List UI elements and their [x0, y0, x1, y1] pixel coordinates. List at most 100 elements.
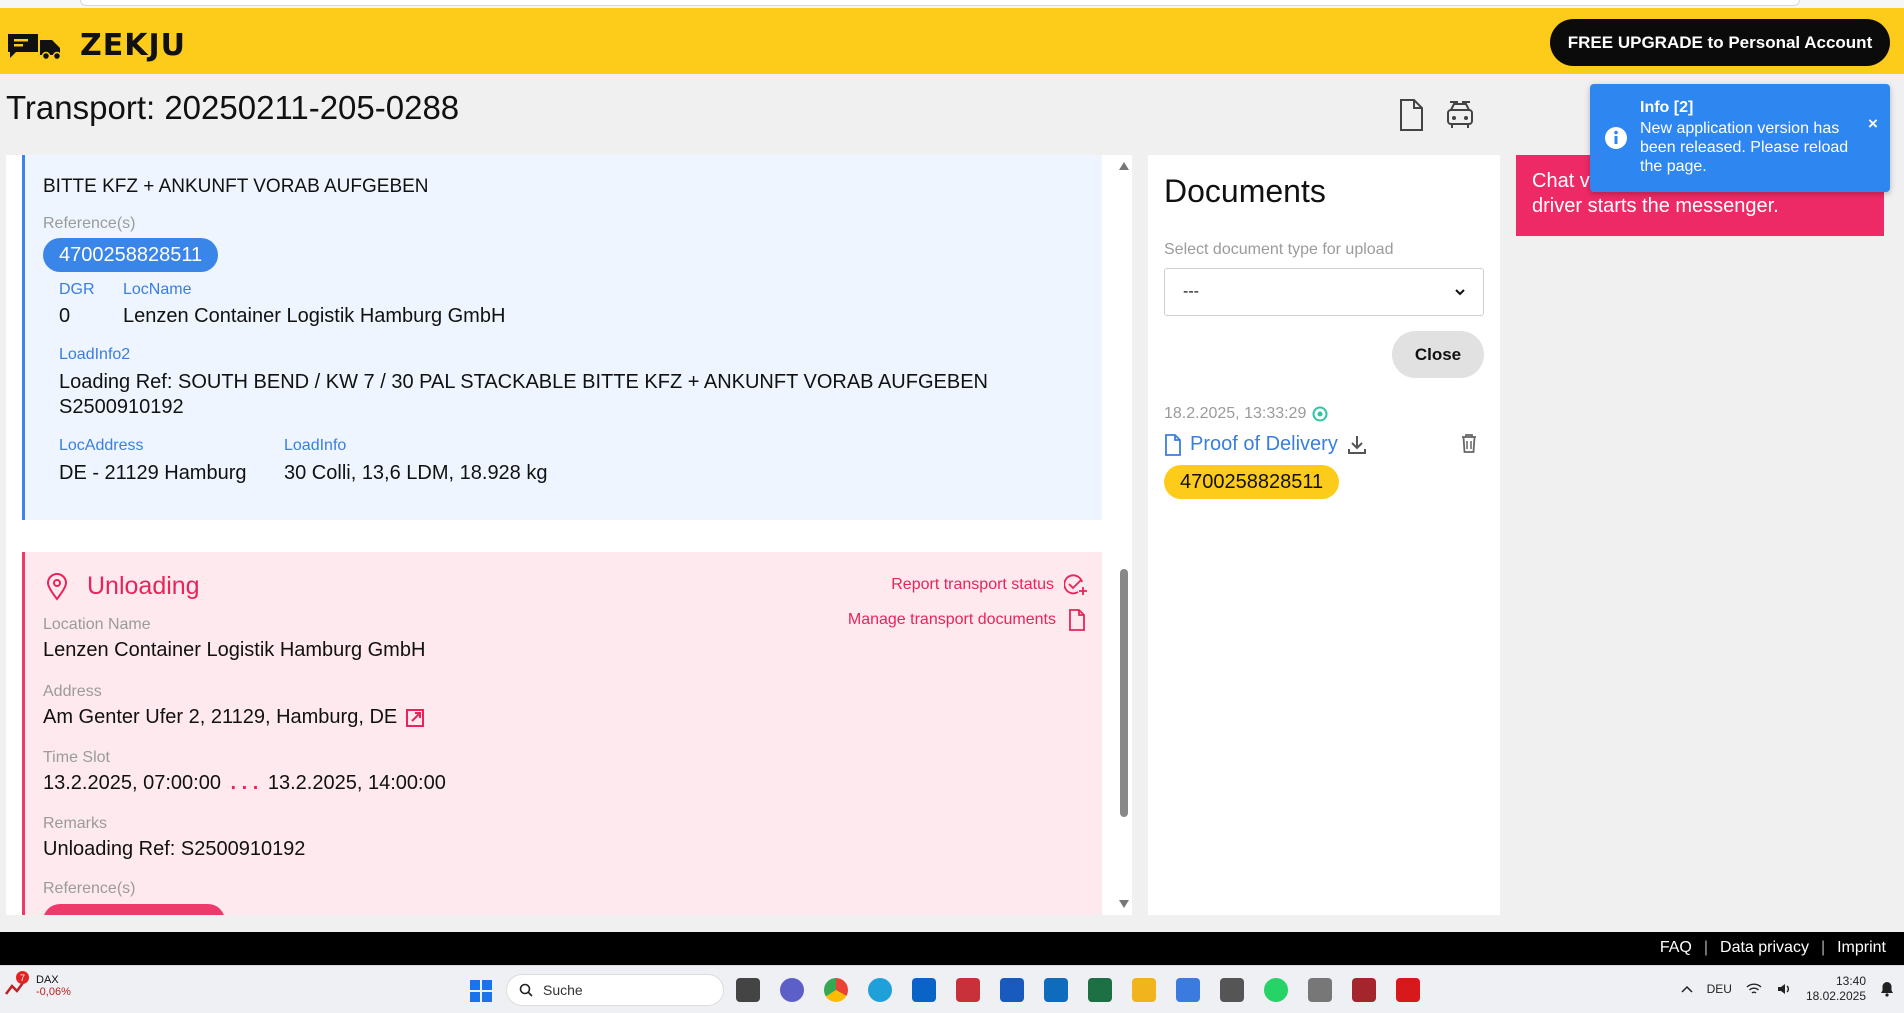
clock-time: 13:40 [1835, 974, 1866, 988]
external-link-icon[interactable] [405, 708, 425, 728]
status-check-plus-icon [1064, 574, 1087, 595]
address-value: Am Genter Ufer 2, 21129, Hamburg, DE [43, 706, 398, 728]
close-icon[interactable]: × [1868, 114, 1878, 134]
scroll-up-arrow[interactable] [1119, 162, 1129, 170]
printer-icon[interactable] [1308, 978, 1332, 1002]
whatsapp-icon[interactable] [1264, 978, 1288, 1002]
loadinfo2-label: LoadInfo2 [59, 346, 131, 363]
vehicle-icon[interactable] [1444, 98, 1476, 132]
remarks-label: Remarks [43, 815, 108, 832]
upgrade-button[interactable]: FREE UPGRADE to Personal Account [1550, 19, 1890, 66]
chat-banner-line2: driver starts the messenger. [1532, 195, 1779, 217]
system-tray: DEU 13:40 18.02.2025 [1681, 974, 1894, 1004]
scrollbar[interactable] [1116, 157, 1132, 913]
edge-icon[interactable] [868, 978, 892, 1002]
windows-start-icon[interactable] [470, 980, 492, 1002]
store-icon[interactable] [1044, 978, 1068, 1002]
footer-separator: | [1703, 939, 1709, 956]
dax-name: DAX [36, 974, 59, 986]
info-toast[interactable]: Info [2] New application version has bee… [1590, 84, 1890, 192]
app-header: ZEKJU FREE UPGRADE to Personal Account [0, 8, 1904, 74]
timeslot-separator: . . . [230, 772, 259, 794]
address-row: Am Genter Ufer 2, 21129, Hamburg, DE [43, 706, 425, 729]
scroll-down-arrow[interactable] [1119, 900, 1129, 908]
manage-documents-link[interactable]: Manage transport documents [848, 609, 1088, 631]
dax-change: -0,06% [36, 986, 71, 998]
footer: FAQ | Data privacy | Imprint [0, 932, 1904, 965]
location-pin-icon [46, 572, 68, 601]
wifi-icon[interactable] [1746, 982, 1762, 996]
unloading-title: Unloading [87, 572, 200, 600]
logo-text: ZEKJU [80, 28, 187, 63]
reference-pill[interactable]: 4700258828511 [43, 238, 219, 272]
document-timestamp: 18.2.2025, 13:33:29 [1164, 405, 1328, 423]
document-type-select[interactable]: --- [1164, 268, 1484, 316]
locname-value: Lenzen Container Logistik Hamburg GmbH [123, 305, 506, 327]
document-icon[interactable] [1397, 98, 1425, 132]
remarks-value: Unloading Ref: S2500910192 [43, 838, 306, 860]
excel-icon[interactable] [1088, 978, 1112, 1002]
unloading-card: Unloading Report transport status Manage… [22, 552, 1102, 915]
toast-message: New application version has been release… [1640, 120, 1849, 175]
outlook-icon[interactable] [912, 978, 936, 1002]
dax-widget[interactable]: 7 DAX -0,06% [4, 971, 71, 998]
transport-details-panel[interactable]: BITTE KFZ + ANKUNFT VORAB AUFGEBEN Refer… [6, 155, 1132, 915]
file-explorer-icon[interactable] [1132, 978, 1156, 1002]
unloading-reference-pill[interactable] [43, 904, 225, 915]
tool-icon[interactable] [1176, 978, 1200, 1002]
manage-documents-label: Manage transport documents [847, 611, 1056, 628]
location-name-label: Location Name [43, 616, 151, 633]
timeslot-end: 13.2.2025, 14:00:00 [267, 772, 446, 794]
notification-bell-icon[interactable] [1880, 981, 1894, 997]
vehicle-app-icon[interactable] [1220, 978, 1244, 1002]
download-icon[interactable] [1346, 434, 1368, 456]
document-time: 18.2.2025, 13:33:29 [1164, 405, 1307, 422]
location-name-value: Lenzen Container Logistik Hamburg GmbH [43, 639, 426, 661]
document-type-label: Select document type for upload [1164, 241, 1394, 258]
info-icon [1605, 127, 1627, 149]
page-title: Transport: 20250211-205-0288 [6, 89, 460, 126]
document-type-value: --- [1183, 283, 1199, 300]
close-button[interactable]: Close [1392, 331, 1484, 378]
taskbar-search[interactable]: Suche [506, 974, 724, 1006]
browser-strip [0, 0, 1904, 8]
chevron-up-icon[interactable] [1681, 985, 1693, 993]
report-status-label: Report transport status [891, 576, 1054, 593]
loading-card: BITTE KFZ + ANKUNFT VORAB AUFGEBEN Refer… [22, 155, 1102, 520]
clock[interactable]: 13:40 18.02.2025 [1806, 974, 1866, 1004]
imprint-link[interactable]: Imprint [1837, 939, 1886, 957]
browser-address-edge [80, 0, 1800, 6]
documents-title: Documents [1164, 173, 1326, 209]
document-name: Proof of Delivery [1190, 433, 1338, 455]
proof-of-delivery-link[interactable]: Proof of Delivery [1164, 433, 1368, 456]
dax-badge: 7 [16, 971, 29, 984]
stock-chart-icon: 7 [4, 971, 29, 998]
document-reference-pill[interactable]: 4700258828511 [1164, 465, 1340, 499]
loadinfo2-value-line2: S2500910192 [59, 396, 184, 418]
scroll-thumb[interactable] [1120, 569, 1128, 817]
access-icon[interactable] [1352, 978, 1376, 1002]
chrome-icon[interactable] [824, 978, 848, 1002]
word-icon[interactable] [1000, 978, 1024, 1002]
language-indicator[interactable]: DEU [1707, 982, 1732, 996]
footer-links: FAQ | Data privacy | Imprint [1660, 939, 1886, 957]
unloading-references-label: Reference(s) [43, 880, 136, 897]
address-label: Address [43, 683, 102, 700]
trash-icon[interactable] [1460, 433, 1478, 453]
snipping-tool-icon[interactable] [956, 978, 980, 1002]
search-icon [519, 983, 533, 997]
loading-remark: BITTE KFZ + ANKUNFT VORAB AUFGEBEN [43, 176, 429, 197]
faq-link[interactable]: FAQ [1660, 939, 1692, 957]
chevron-down-icon [1455, 289, 1465, 296]
logo[interactable]: ZEKJU [6, 28, 186, 63]
locaddress-label: LocAddress [59, 437, 144, 454]
acrobat-icon[interactable] [1396, 978, 1420, 1002]
task-view-icon[interactable] [736, 978, 760, 1002]
taskbar: 7 DAX -0,06% Suche DEU 13:40 18.02.2025 [0, 965, 1904, 1013]
volume-icon[interactable] [1776, 982, 1792, 996]
documents-panel: Documents Select document type for uploa… [1148, 155, 1500, 915]
loadinfo2-value-line1: Loading Ref: SOUTH BEND / KW 7 / 30 PAL … [59, 371, 988, 393]
teams-icon[interactable] [780, 978, 804, 1002]
report-status-link[interactable]: Report transport status [891, 574, 1088, 596]
data-privacy-link[interactable]: Data privacy [1720, 939, 1809, 957]
